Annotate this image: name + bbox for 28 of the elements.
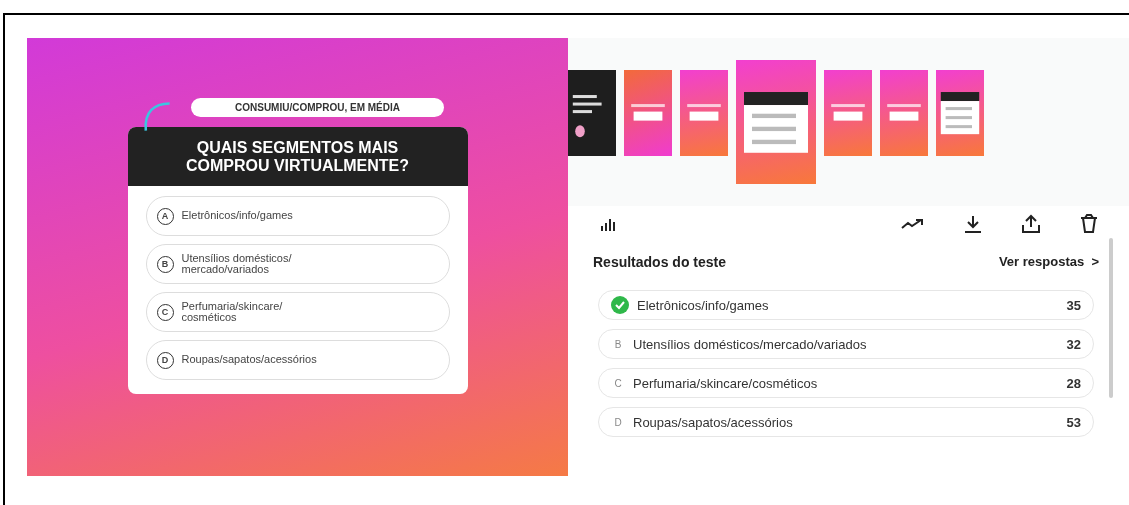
bar-chart-icon[interactable]	[600, 216, 618, 232]
answer-label: Eletrônicos/info/games	[637, 297, 770, 313]
share-icon[interactable]	[1021, 214, 1041, 234]
story-thumbnail[interactable]	[680, 70, 728, 156]
answer-label: Perfumaria/skincare/cosméticos	[633, 375, 819, 391]
story-thumbnail[interactable]	[736, 60, 816, 184]
story-thumbnail[interactable]	[936, 70, 984, 156]
answer-letter: B	[613, 338, 623, 350]
story-thumbnail[interactable]	[824, 70, 872, 156]
answer-letter: D	[613, 416, 623, 428]
quiz-question: QUAIS SEGMENTOS MAIS COMPROU VIRTUALMENTE?	[127, 127, 468, 187]
trend-icon[interactable]	[901, 217, 925, 231]
answer-label: Roupas/sapatos/acessórios	[633, 414, 794, 430]
answer-letter: C	[613, 377, 623, 389]
story-thumbnail[interactable]	[624, 70, 672, 156]
answer-count: 53	[1066, 414, 1081, 430]
results-title: Resultados do teste	[593, 254, 727, 270]
trash-icon[interactable]	[1079, 214, 1099, 234]
scrollbar[interactable]	[1109, 238, 1113, 398]
story-tag: CONSUMIU/COMPROU, EM MÉDIA	[191, 98, 444, 117]
answer-count: 28	[1066, 375, 1081, 391]
story-thumbnail[interactable]	[880, 70, 928, 156]
answer-count: 35	[1066, 297, 1081, 313]
view-answers-link[interactable]: Ver respostas >	[998, 254, 1099, 270]
download-icon[interactable]	[963, 214, 983, 234]
answer-label: Utensílios domésticos/mercado/variados	[633, 336, 868, 352]
answer-count: 32	[1066, 336, 1081, 352]
story-thumbnail[interactable]	[568, 70, 616, 156]
